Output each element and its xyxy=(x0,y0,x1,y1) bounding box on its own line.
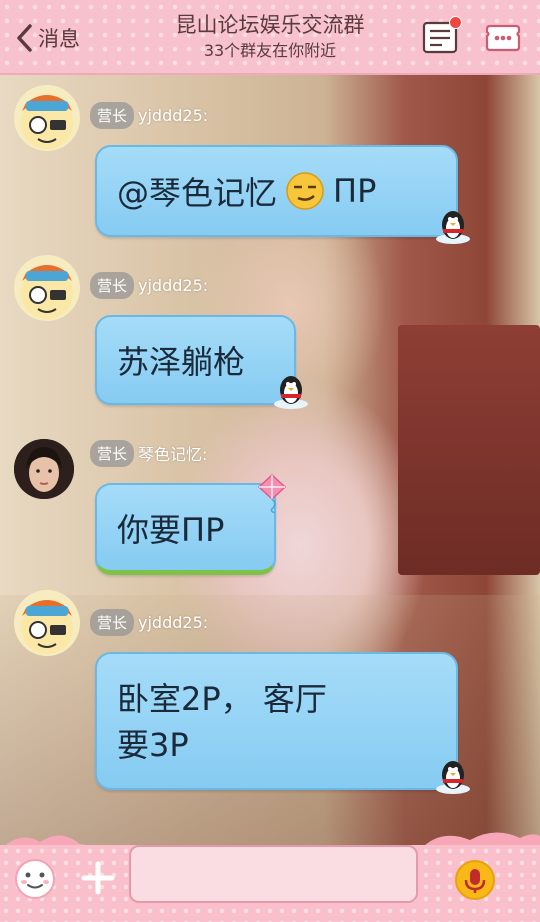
emoji-button[interactable] xyxy=(14,858,56,900)
kite-icon xyxy=(257,473,287,513)
avatar[interactable] xyxy=(14,255,80,321)
penguin-icon xyxy=(436,211,470,244)
notification-dot xyxy=(449,16,462,29)
cartoon-avatar-icon xyxy=(21,600,73,654)
background-cabinet xyxy=(398,325,540,575)
message-bubble[interactable]: 你要ΠP xyxy=(95,483,276,575)
message-bubble[interactable]: @琴色记忆 ΠP xyxy=(95,145,458,237)
back-button[interactable]: 消息 xyxy=(14,20,80,56)
sender-line: 营长 yjddd25: xyxy=(90,271,208,299)
cartoon-avatar-icon xyxy=(21,265,73,319)
back-chevron-icon xyxy=(17,24,32,52)
message-text: 你要ΠP xyxy=(117,510,225,549)
cartoon-avatar-icon xyxy=(21,95,73,149)
sender-name[interactable]: yjddd25: xyxy=(138,106,208,125)
message-input[interactable] xyxy=(129,845,418,903)
sender-name[interactable]: yjddd25: xyxy=(138,613,208,632)
penguin-icon xyxy=(274,376,308,409)
more-icon xyxy=(485,24,521,52)
back-label: 消息 xyxy=(38,27,80,51)
message-bubble[interactable]: 苏泽躺枪 xyxy=(95,315,296,405)
sender-name[interactable]: 琴色记忆: xyxy=(138,441,207,465)
role-badge: 营长 xyxy=(90,608,135,636)
role-badge: 营长 xyxy=(90,271,135,299)
more-button[interactable] xyxy=(484,22,522,54)
avatar[interactable] xyxy=(14,590,80,656)
chat-title-block[interactable]: 昆山论坛娱乐交流群 33个群友在你附近 xyxy=(120,10,420,62)
page-subtitle: 33个群友在你附近 xyxy=(203,41,337,60)
page-title: 昆山论坛娱乐交流群 xyxy=(175,13,365,37)
avatar[interactable] xyxy=(14,85,80,151)
role-badge: 营长 xyxy=(90,439,135,467)
penguin-icon xyxy=(436,761,470,794)
chat-header: 消息 昆山论坛娱乐交流群 33个群友在你附近 xyxy=(0,0,540,75)
members-button[interactable] xyxy=(422,16,462,56)
voice-button[interactable] xyxy=(455,860,495,900)
message-bubble[interactable]: 卧室2P， 客厅 要3P xyxy=(95,652,458,790)
message-text: @琴色记忆 xyxy=(117,174,278,212)
emoji-face-icon xyxy=(15,859,55,899)
sender-line: 营长 yjddd25: xyxy=(90,101,208,129)
message-text: 卧室2P， 客厅 xyxy=(117,680,327,718)
sender-line: 营长 琴色记忆: xyxy=(90,439,207,467)
avatar[interactable] xyxy=(14,439,74,499)
message-text-line2: 要3P xyxy=(117,726,189,764)
message-text-suffix: ΠP xyxy=(333,172,377,210)
message-text: 苏泽躺枪 xyxy=(117,343,246,381)
microphone-icon xyxy=(464,869,486,893)
smirk-emoji-icon xyxy=(286,172,324,210)
sender-line: 营长 yjddd25: xyxy=(90,608,208,636)
plus-icon xyxy=(81,861,115,895)
sender-name[interactable]: yjddd25: xyxy=(138,276,208,295)
portrait-avatar-icon xyxy=(14,439,74,499)
role-badge: 营长 xyxy=(90,101,135,129)
add-attachment-button[interactable] xyxy=(80,860,116,896)
